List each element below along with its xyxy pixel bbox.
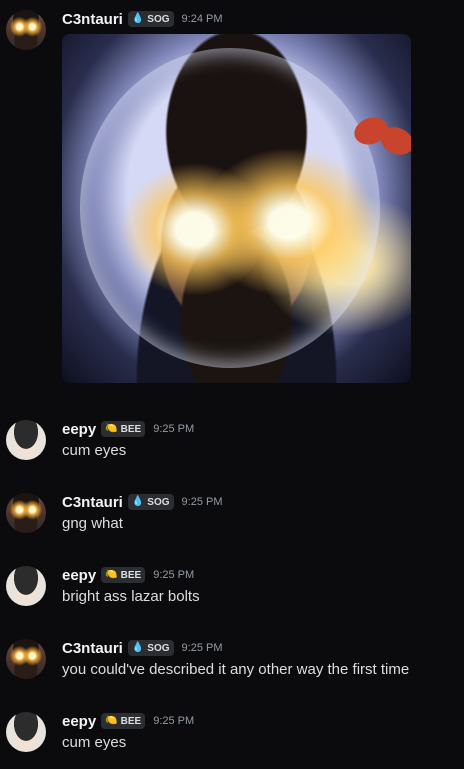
timestamp[interactable]: 9:25 PM — [153, 715, 194, 727]
image-attachment[interactable] — [62, 34, 411, 383]
avatar[interactable] — [6, 493, 46, 533]
message-text: cum eyes — [62, 734, 127, 751]
lemon-icon: 🍋 — [105, 423, 118, 434]
drop-icon: 💧 — [131, 13, 145, 24]
message-text: bright ass lazar bolts — [62, 588, 200, 605]
guild-tag-label: BEE — [120, 715, 142, 727]
avatar[interactable] — [6, 712, 46, 752]
message-text: gng what — [62, 515, 123, 532]
username[interactable]: C3ntauri — [62, 494, 123, 511]
drop-icon: 💧 — [131, 496, 145, 507]
image-glow — [80, 48, 380, 368]
message-text: you could've described it any other way … — [62, 661, 410, 678]
guild-tag[interactable]: 🍋 BEE — [101, 421, 146, 437]
timestamp[interactable]: 9:25 PM — [153, 423, 194, 435]
guild-tag[interactable]: 💧 SOG — [127, 494, 174, 510]
lemon-icon: 🍋 — [105, 715, 118, 726]
timestamp[interactable]: 9:25 PM — [153, 569, 194, 581]
username[interactable]: eepy — [62, 713, 96, 730]
guild-tag-label: BEE — [120, 569, 142, 581]
message-header: C3ntauri 💧 SOG 9:25 PM — [62, 492, 223, 512]
guild-tag[interactable]: 🍋 BEE — [101, 713, 146, 729]
message-header: eepy 🍋 BEE 9:25 PM — [62, 711, 194, 731]
username[interactable]: C3ntauri — [62, 640, 123, 657]
avatar[interactable] — [6, 639, 46, 679]
message-text: cum eyes — [62, 442, 127, 459]
timestamp[interactable]: 9:24 PM — [182, 13, 223, 25]
username[interactable]: eepy — [62, 421, 96, 438]
timestamp[interactable]: 9:25 PM — [182, 642, 223, 654]
guild-tag-label: SOG — [147, 642, 170, 654]
avatar[interactable] — [6, 566, 46, 606]
guild-tag[interactable]: 💧 SOG — [127, 11, 174, 27]
username[interactable]: C3ntauri — [62, 11, 123, 28]
username[interactable]: eepy — [62, 567, 96, 584]
guild-tag[interactable]: 💧 SOG — [127, 640, 174, 656]
message-header: eepy 🍋 BEE 9:25 PM — [62, 565, 194, 585]
avatar[interactable] — [6, 10, 46, 50]
guild-tag-label: SOG — [147, 13, 170, 25]
timestamp[interactable]: 9:25 PM — [182, 496, 223, 508]
guild-tag-label: SOG — [147, 496, 170, 508]
drop-icon: 💧 — [131, 642, 145, 653]
guild-tag[interactable]: 🍋 BEE — [101, 567, 146, 583]
message-header: C3ntauri 💧 SOG 9:24 PM — [62, 9, 223, 29]
message-header: C3ntauri 💧 SOG 9:25 PM — [62, 638, 223, 658]
message-header: eepy 🍋 BEE 9:25 PM — [62, 419, 194, 439]
avatar[interactable] — [6, 420, 46, 460]
guild-tag-label: BEE — [120, 423, 142, 435]
lemon-icon: 🍋 — [105, 569, 118, 580]
